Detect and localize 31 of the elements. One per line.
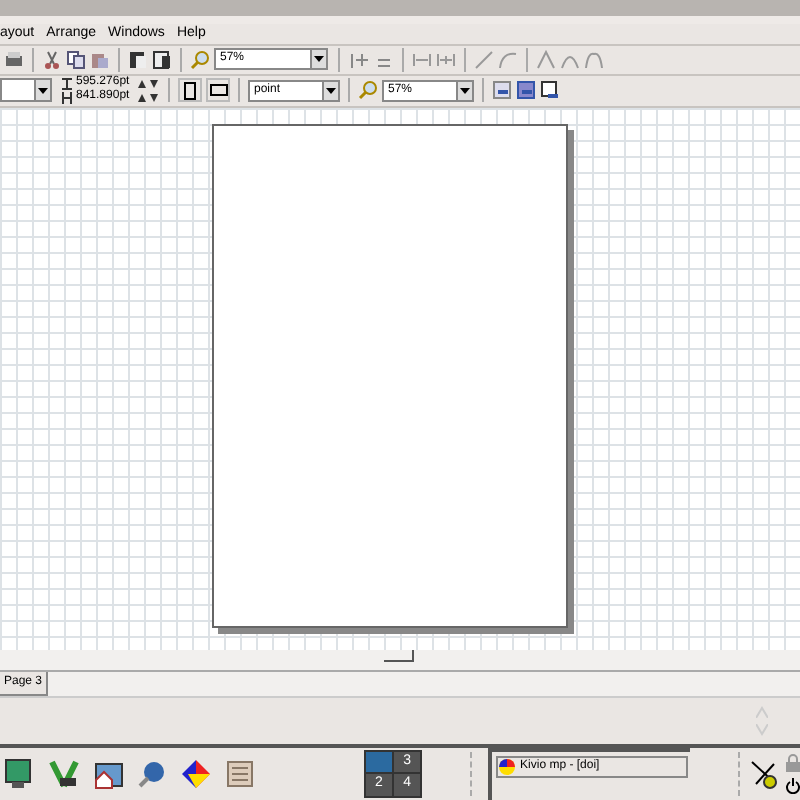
scissors-icon[interactable] xyxy=(42,49,62,70)
zoom-icon[interactable] xyxy=(190,49,210,70)
color-wheel-icon[interactable] xyxy=(180,757,212,790)
desktop-button[interactable] xyxy=(366,751,393,773)
portrait-button[interactable] xyxy=(178,78,202,103)
antenna-icon[interactable] xyxy=(747,757,778,790)
monitor-icon[interactable] xyxy=(4,757,36,790)
page-icon[interactable] xyxy=(128,49,148,70)
landscape-button[interactable] xyxy=(206,78,230,103)
home-folder-icon[interactable] xyxy=(92,757,124,790)
spinner-icon[interactable] xyxy=(136,78,160,89)
width-icon xyxy=(62,77,72,90)
dropdown-arrow-icon xyxy=(456,81,472,100)
app-icon xyxy=(498,757,517,776)
dropdown-arrow-icon xyxy=(310,50,326,69)
scroll-handle[interactable] xyxy=(383,650,413,663)
height-icon xyxy=(62,91,72,104)
network-icon[interactable] xyxy=(224,757,256,790)
dropdown-arrow-icon xyxy=(322,81,338,100)
zoom-icon[interactable] xyxy=(358,80,378,101)
font-combo[interactable] xyxy=(0,78,52,103)
align-icon[interactable] xyxy=(540,80,560,101)
add-point-icon[interactable] xyxy=(350,49,370,70)
printer-icon[interactable] xyxy=(4,50,24,69)
copy-icon[interactable] xyxy=(66,49,86,70)
align-icon[interactable] xyxy=(516,80,536,101)
tools-icon[interactable] xyxy=(48,757,80,790)
spinner-icon[interactable] xyxy=(136,92,160,103)
page-icon[interactable] xyxy=(152,49,172,70)
align-icon[interactable] xyxy=(492,80,512,101)
power-icon[interactable] xyxy=(786,777,800,794)
